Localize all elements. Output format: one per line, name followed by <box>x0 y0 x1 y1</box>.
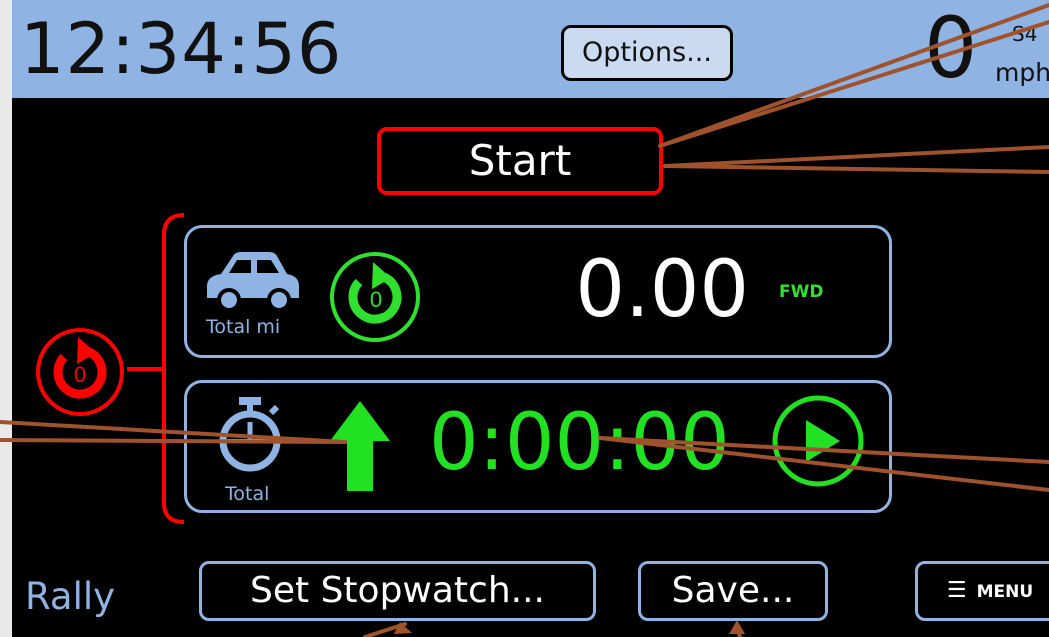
callout-line <box>598 436 1049 492</box>
callout-arrowhead <box>729 620 745 634</box>
callout-lines <box>0 3 1049 637</box>
callout-line <box>663 164 1049 174</box>
callout-line <box>658 20 1049 148</box>
callout-line <box>658 3 1049 148</box>
callout-line <box>598 436 1049 464</box>
callout-line <box>663 145 1049 168</box>
callout-line <box>0 438 347 444</box>
